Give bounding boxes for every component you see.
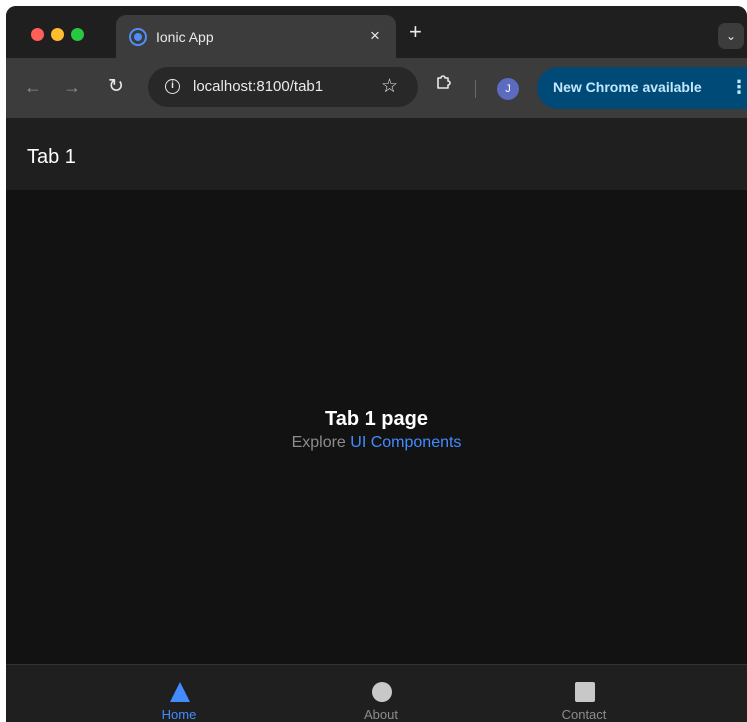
more-menu-icon[interactable]: ⋮: [730, 77, 747, 98]
address-bar[interactable]: i localhost:8100/tab1 ☆: [148, 67, 418, 107]
page-title: Tab 1: [27, 146, 76, 168]
tab-search-dropdown-button[interactable]: ⌄: [718, 23, 744, 49]
tab-contact-label: Contact: [561, 707, 607, 722]
browser-toolbar: ← → ↻ i localhost:8100/tab1 ☆ J New Chro…: [6, 58, 747, 118]
app-content: Tab 1 page Explore UI Components: [6, 190, 747, 670]
new-chrome-available-button[interactable]: New Chrome available ⋮: [537, 67, 747, 109]
explore-text: Explore UI Components: [6, 434, 747, 452]
profile-avatar[interactable]: J: [497, 78, 519, 100]
app-header-toolbar: Tab 1: [6, 118, 747, 190]
ionic-logo-icon: [129, 28, 147, 46]
site-info-icon[interactable]: i: [165, 79, 180, 94]
minimize-window-button[interactable]: [51, 28, 64, 41]
url-text[interactable]: localhost:8100/tab1: [193, 78, 323, 95]
square-icon: [575, 682, 595, 702]
close-window-button[interactable]: [31, 28, 44, 41]
bottom-tab-bar: Home About Contact: [6, 664, 747, 722]
tab-close-button[interactable]: ×: [370, 26, 380, 46]
new-tab-button[interactable]: +: [409, 21, 422, 43]
forward-button[interactable]: →: [63, 77, 81, 98]
back-button[interactable]: ←: [24, 77, 42, 98]
tab-contact[interactable]: Contact: [524, 665, 644, 722]
tab-title: Ionic App: [156, 29, 214, 45]
toolbar-divider: [475, 80, 476, 98]
tab-home-label: Home: [161, 707, 197, 722]
browser-tab[interactable]: Ionic App ×: [116, 15, 396, 58]
ui-components-link[interactable]: UI Components: [350, 434, 461, 451]
extensions-puzzle-icon[interactable]: [434, 72, 454, 92]
triangle-icon: [170, 682, 190, 702]
bookmark-star-icon[interactable]: ☆: [381, 75, 398, 98]
ellipse-icon: [372, 682, 392, 702]
reload-button[interactable]: ↻: [108, 75, 124, 98]
content-heading: Tab 1 page: [325, 408, 428, 430]
maximize-window-button[interactable]: [71, 28, 84, 41]
tab-strip: Ionic App × + ⌄: [6, 6, 747, 58]
tab-about[interactable]: About: [321, 665, 441, 722]
tab-about-label: About: [364, 707, 398, 722]
tab-home[interactable]: Home: [119, 665, 239, 722]
explore-container: Tab 1 page Explore UI Components: [6, 408, 747, 452]
update-button-label: New Chrome available: [553, 79, 702, 95]
browser-window: Ionic App × + ⌄ ← → ↻ i localhost:8100/t…: [6, 6, 747, 722]
explore-prefix: Explore: [291, 434, 346, 451]
